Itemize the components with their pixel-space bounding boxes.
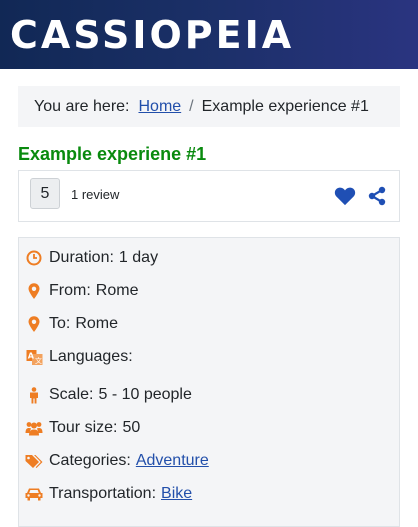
duration-value: 1 day bbox=[118, 249, 159, 266]
car-icon bbox=[25, 485, 43, 503]
categories-label: Categories: bbox=[49, 452, 131, 469]
users-icon bbox=[25, 419, 43, 437]
detail-to: To: Rome bbox=[25, 313, 118, 335]
breadcrumb-home-link[interactable]: Home bbox=[138, 98, 181, 116]
tour-size-value: 50 bbox=[122, 419, 141, 436]
rating-bar: 5 1 review bbox=[18, 170, 400, 222]
clock-icon bbox=[25, 249, 43, 267]
tags-icon bbox=[25, 452, 43, 470]
from-label: From: bbox=[49, 282, 91, 299]
breadcrumb-current: Example experience #1 bbox=[201, 97, 369, 115]
transportation-label: Transportation: bbox=[49, 485, 157, 502]
breadcrumb: You are here: Home / Example experience … bbox=[18, 86, 400, 127]
map-pin-icon bbox=[25, 315, 43, 333]
share-icon[interactable] bbox=[367, 186, 387, 206]
breadcrumb-label: You are here: bbox=[34, 97, 130, 115]
review-count[interactable]: 1 review bbox=[71, 187, 119, 202]
rating-value-badge: 5 bbox=[30, 178, 60, 209]
scale-label: Scale: bbox=[49, 386, 94, 403]
svg-text:文: 文 bbox=[35, 356, 42, 365]
detail-from: From: Rome bbox=[25, 280, 138, 302]
scale-value: 5 - 10 people bbox=[98, 386, 192, 403]
detail-categories: Categories: Adventure bbox=[25, 450, 209, 472]
heart-icon[interactable] bbox=[334, 186, 356, 206]
detail-transportation: Transportation: Bike bbox=[25, 483, 192, 505]
detail-duration: Duration: 1 day bbox=[25, 247, 158, 269]
from-value: Rome bbox=[95, 282, 139, 299]
tour-size-label: Tour size: bbox=[49, 419, 118, 436]
experience-details: Duration: 1 day From: Rome To: Rome A文 L… bbox=[18, 237, 400, 527]
transportation-link-bike[interactable]: Bike bbox=[161, 485, 192, 503]
svg-text:A: A bbox=[27, 351, 34, 360]
detail-scale: Scale: 5 - 10 people bbox=[25, 384, 192, 406]
person-icon bbox=[25, 386, 43, 404]
page-title: Example experiene #1 bbox=[18, 144, 207, 164]
map-pin-icon bbox=[25, 282, 43, 300]
detail-tour-size: Tour size: 50 bbox=[25, 417, 140, 439]
breadcrumb-separator: / bbox=[189, 97, 194, 115]
languages-label: Languages: bbox=[49, 348, 133, 365]
language-icon: A文 bbox=[25, 348, 43, 366]
to-value: Rome bbox=[75, 315, 119, 332]
duration-label: Duration: bbox=[49, 249, 114, 266]
to-label: To: bbox=[49, 315, 71, 332]
category-link-adventure[interactable]: Adventure bbox=[136, 452, 209, 470]
site-header: CASSIOPEIA bbox=[0, 0, 418, 69]
detail-languages: A文 Languages: bbox=[25, 346, 133, 368]
site-logo[interactable]: CASSIOPEIA bbox=[10, 13, 294, 57]
